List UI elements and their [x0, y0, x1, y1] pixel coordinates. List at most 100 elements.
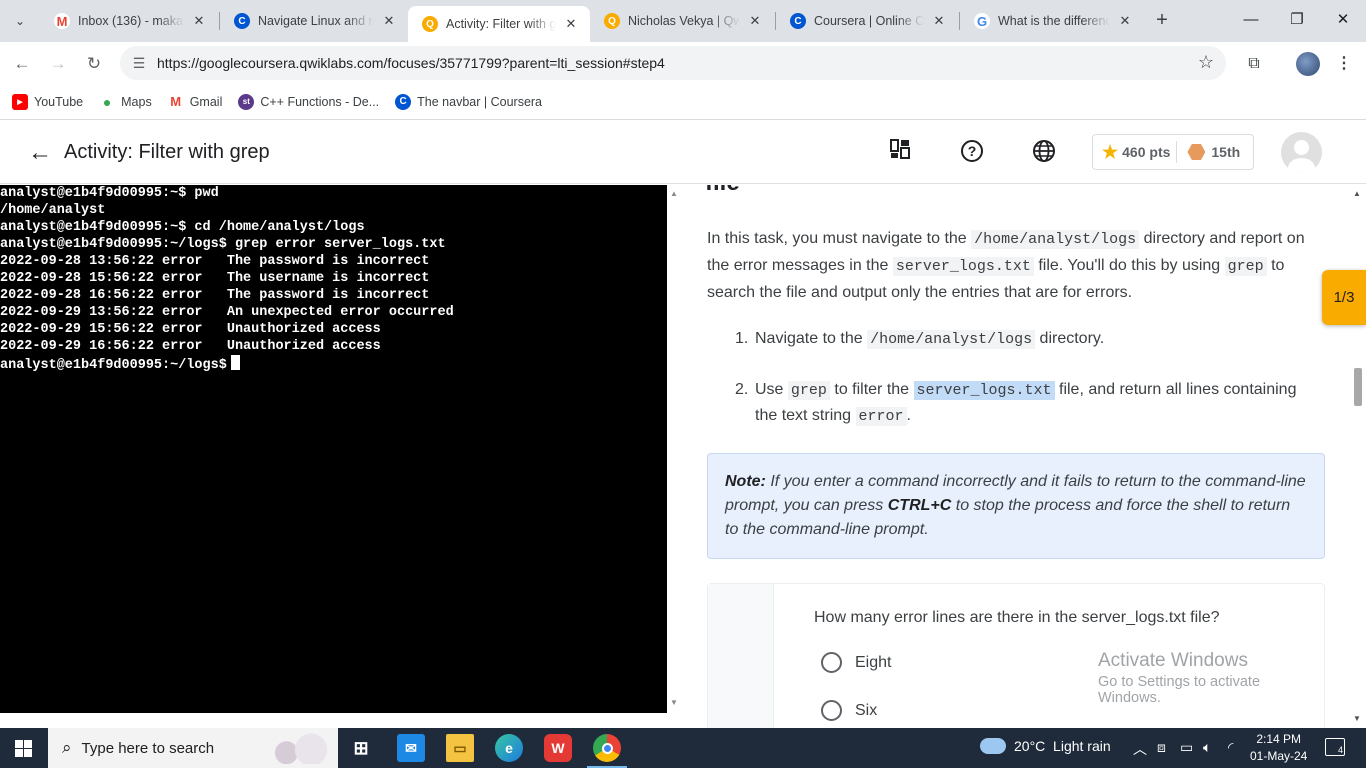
page-scrollbar[interactable]: ▲ ▼ — [1349, 185, 1366, 728]
minimize-icon[interactable]: — — [1236, 8, 1266, 32]
dashboard-icon[interactable] — [888, 139, 912, 165]
inline-code: server_logs.txt — [892, 257, 1034, 276]
weather-text: 20°C Light rain — [1014, 738, 1111, 754]
reload-icon[interactable]: ↻ — [81, 51, 107, 77]
quiz-card: How many error lines are there in the se… — [707, 583, 1325, 728]
edge-icon[interactable]: e — [495, 734, 523, 762]
profile-avatar[interactable] — [1296, 52, 1320, 76]
weather-widget[interactable]: 20°C Light rain — [980, 738, 1111, 754]
bookmark-maps[interactable]: ● Maps — [99, 94, 152, 110]
task-view-icon[interactable]: ⊞ — [347, 734, 375, 762]
text: Use — [755, 381, 788, 398]
bookmark-star-icon[interactable]: ☆ — [1198, 52, 1214, 73]
tab-activity-filter-grep[interactable]: Q Activity: Filter with grep ✕ — [408, 6, 590, 42]
points-leaderboard[interactable]: ★ 460 pts 15th — [1092, 134, 1254, 170]
time: 2:14 PM — [1256, 732, 1302, 746]
tab-gmail[interactable]: M Inbox (136) - makauva ✕ — [40, 6, 218, 36]
terminal-line: analyst@e1b4f9d00995:~$ cd /home/analyst… — [0, 220, 365, 235]
tab-coursera[interactable]: C Coursera | Online Cou ✕ — [776, 6, 958, 36]
progress-indicator[interactable]: 1/3 — [1322, 270, 1366, 325]
radio-button[interactable] — [821, 652, 842, 673]
bookmark-navbar-coursera[interactable]: C The navbar | Coursera — [395, 93, 543, 110]
restore-icon[interactable]: ❐ — [1282, 8, 1312, 32]
close-icon[interactable]: ✕ — [930, 13, 948, 29]
volume-icon[interactable]: 🔈︎ — [1203, 739, 1211, 756]
terminal-line: 2022-09-29 16:56:22 error Unauthorized a… — [0, 339, 381, 354]
bookmark-cpp-functions[interactable]: st C++ Functions - De... — [238, 93, 379, 110]
extensions-icon[interactable]: ⧉ — [1242, 52, 1266, 76]
tab-nicholas-vekya[interactable]: Q Nicholas Vekya | Qwik ✕ — [590, 6, 774, 36]
forward-icon[interactable]: → — [45, 51, 71, 77]
taskbar-search[interactable]: ⌕ Type here to search — [48, 728, 338, 768]
terminal-line: 2022-09-28 16:56:22 error The password i… — [0, 288, 430, 303]
activate-windows-watermark: Activate Windows Go to Settings to activ… — [1098, 650, 1324, 706]
terminal-prompt-line[interactable]: analyst@e1b4f9d00995:~/logs$ — [0, 355, 667, 373]
scroll-up-icon[interactable]: ▲ — [670, 189, 678, 198]
text: Navigate to the — [755, 330, 868, 347]
mail-icon[interactable]: ✉ — [397, 734, 425, 762]
device-icon[interactable]: ⧈ — [1157, 739, 1166, 756]
back-icon[interactable]: ← — [9, 51, 35, 77]
coursera-icon: C — [234, 13, 250, 29]
language-globe-icon[interactable] — [1032, 139, 1056, 165]
scroll-down-icon[interactable]: ▼ — [1353, 714, 1361, 723]
terminal-scrollbar[interactable]: ▲ ▼ — [667, 185, 683, 713]
text: to filter the — [829, 381, 914, 398]
menu-icon[interactable]: ⋮ — [1332, 52, 1356, 76]
url-text[interactable]: https://googlecoursera.qwiklabs.com/focu… — [157, 55, 665, 71]
tray-chevron-icon[interactable]: ︿ — [1133, 739, 1147, 759]
terminal-line: 2022-09-29 15:56:22 error Unauthorized a… — [0, 322, 381, 337]
help-icon[interactable]: ? — [960, 139, 984, 165]
tab-search-chevron-icon[interactable]: ⌄ — [8, 9, 32, 33]
search-highlight-image — [262, 732, 332, 764]
back-arrow-icon[interactable]: ← — [28, 139, 52, 167]
rank-value: 15th — [1211, 144, 1241, 160]
terminal-footer — [0, 713, 683, 727]
close-icon[interactable]: ✕ — [380, 13, 398, 29]
star-icon: ★ — [1102, 141, 1119, 162]
clock[interactable]: 2:14 PM 01-May-24 — [1250, 731, 1307, 765]
close-icon[interactable]: ✕ — [1116, 13, 1134, 29]
wifi-icon[interactable]: ◜ — [1228, 739, 1233, 756]
wps-office-icon[interactable]: W — [544, 734, 572, 762]
qwiklabs-icon: Q — [422, 16, 438, 32]
file-explorer-icon[interactable]: ▭ — [446, 734, 474, 762]
window-close-icon[interactable]: ✕ — [1328, 8, 1358, 32]
scroll-up-icon[interactable]: ▲ — [1353, 189, 1361, 198]
close-icon[interactable]: ✕ — [562, 16, 580, 32]
instructions-panel: file In this task, you must navigate to … — [683, 185, 1349, 728]
windows-start-icon[interactable] — [15, 740, 32, 757]
radio-button[interactable] — [821, 700, 842, 721]
bookmarks-bar: ▶ YouTube ● Maps M Gmail st C++ Function… — [0, 84, 1366, 120]
chrome-icon[interactable] — [587, 734, 627, 768]
terminal-line: 2022-09-28 15:56:22 error The username i… — [0, 271, 430, 286]
notification-center-icon[interactable]: 4 — [1325, 738, 1345, 756]
list-item: 2. Use grep to filter the server_logs.tx… — [735, 377, 1315, 429]
new-tab-button[interactable]: + — [1150, 9, 1174, 33]
bookmark-gmail[interactable]: M Gmail — [168, 94, 223, 110]
bookmark-youtube[interactable]: ▶ YouTube — [12, 93, 83, 110]
scroll-down-icon[interactable]: ▼ — [670, 698, 678, 707]
quiz-option-six[interactable]: Six — [821, 700, 877, 721]
address-bar[interactable]: ☰ https://googlecoursera.qwiklabs.com/fo… — [120, 46, 1226, 80]
points-value: 460 pts — [1122, 144, 1171, 160]
tab-google-search[interactable]: G What is the difference ✕ — [960, 6, 1144, 36]
user-avatar[interactable] — [1281, 132, 1322, 173]
option-label: Eight — [855, 653, 892, 671]
coursera-icon: C — [395, 93, 412, 110]
inline-code: /home/analyst/logs — [867, 330, 1036, 349]
note-label: Note: — [725, 473, 766, 490]
bookmark-label: The navbar | Coursera — [417, 94, 543, 109]
quiz-option-eight[interactable]: Eight — [821, 652, 891, 673]
site-settings-icon[interactable]: ☰ — [130, 54, 148, 72]
inline-code: grep — [1224, 257, 1267, 276]
bookmark-label: Gmail — [189, 94, 223, 109]
scrollbar-thumb[interactable] — [1354, 368, 1362, 406]
divider — [1176, 141, 1178, 163]
tab-navigate-linux[interactable]: C Navigate Linux and re ✕ — [220, 6, 408, 36]
battery-icon[interactable]: ▭ — [1180, 739, 1193, 756]
close-icon[interactable]: ✕ — [190, 13, 208, 29]
close-icon[interactable]: ✕ — [746, 13, 764, 29]
terminal[interactable]: analyst@e1b4f9d00995:~$ pwd /home/analys… — [0, 185, 667, 713]
browser-toolbar: ← → ↻ ☰ https://googlecoursera.qwiklabs.… — [0, 42, 1366, 84]
